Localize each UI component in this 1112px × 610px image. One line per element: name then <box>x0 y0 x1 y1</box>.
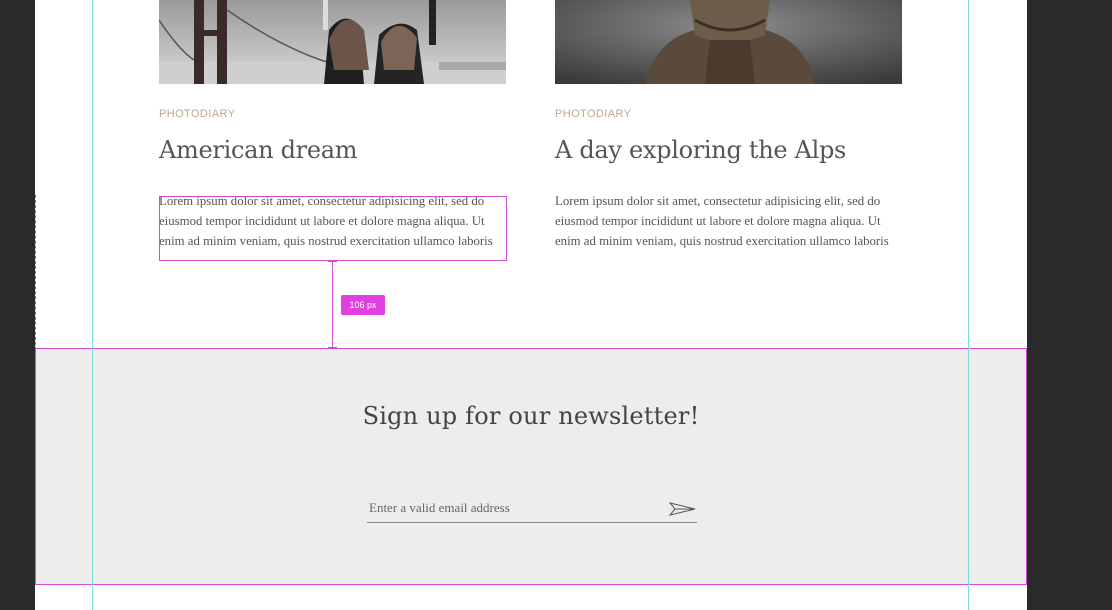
selection-edge-dashed <box>35 195 36 350</box>
card-photo[interactable] <box>555 0 902 84</box>
card-title[interactable]: American dream <box>159 136 357 164</box>
email-input[interactable] <box>367 494 697 523</box>
card-photo[interactable] <box>159 0 506 84</box>
paper-plane-icon <box>668 502 696 516</box>
selection-outline[interactable] <box>159 196 507 261</box>
spacing-measure-label: 106 px <box>341 295 385 315</box>
card-category[interactable]: PHOTODIARY <box>555 108 631 120</box>
card-category[interactable]: PHOTODIARY <box>159 108 235 120</box>
spacing-measure-cap-bottom <box>328 347 337 348</box>
spacing-measure-cap-top <box>328 261 337 262</box>
alps-hiker-photo <box>555 0 902 84</box>
newsletter-title: Sign up for our newsletter! <box>362 402 700 430</box>
layout-guide-right <box>968 0 969 610</box>
card-excerpt: Lorem ipsum dolor sit amet, consectetur … <box>555 194 889 248</box>
bridge-friends-photo <box>159 0 506 84</box>
card-title[interactable]: A day exploring the Alps <box>555 136 846 164</box>
newsletter-submit-button[interactable] <box>668 500 698 518</box>
layout-guide-left <box>92 0 93 610</box>
newsletter-section[interactable] <box>35 348 1027 585</box>
spacing-measure-line <box>332 261 333 348</box>
